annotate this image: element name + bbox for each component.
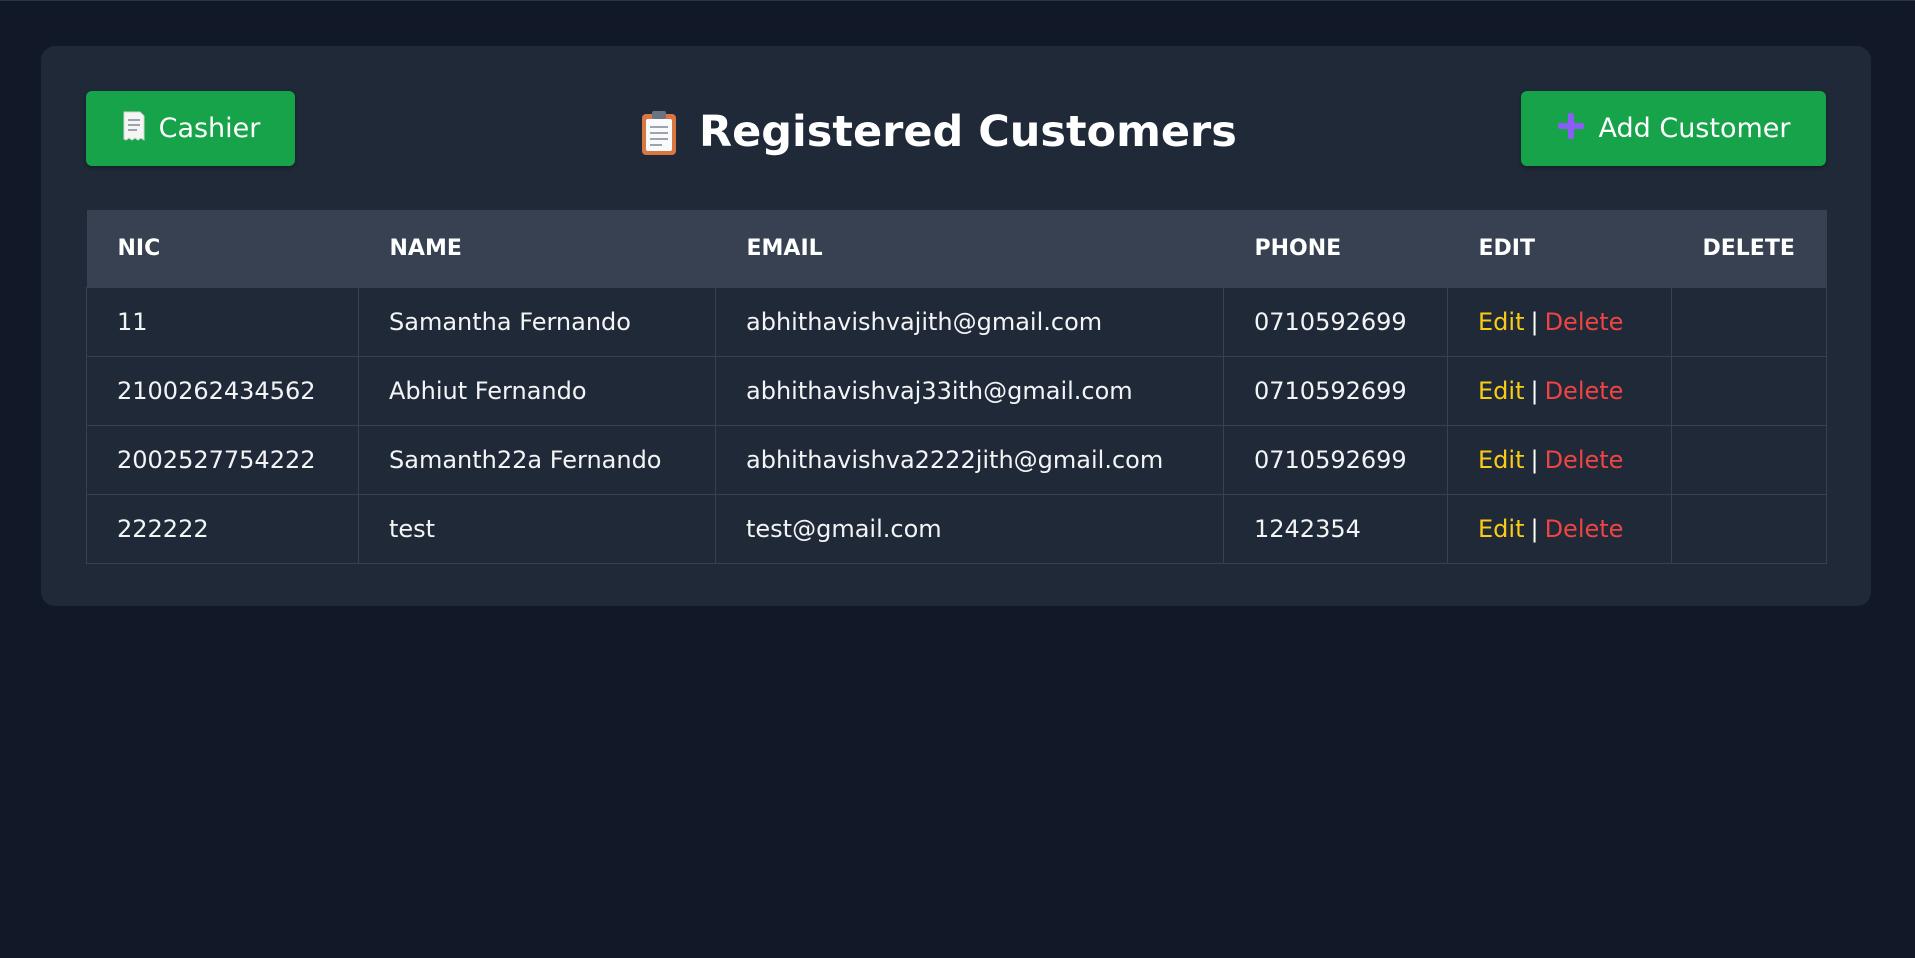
- cell-nic: 2100262434562: [86, 355, 359, 426]
- cell-name: Samanth22a Fernando: [358, 424, 716, 495]
- delete-link[interactable]: Delete: [1545, 308, 1624, 336]
- column-header-nic: NIC: [86, 210, 359, 287]
- cell-nic: 11: [86, 286, 359, 357]
- column-header-edit: EDIT: [1447, 210, 1672, 287]
- cell-phone: 0710592699: [1223, 424, 1448, 495]
- add-customer-button[interactable]: Add Customer: [1521, 91, 1826, 166]
- cashier-button[interactable]: Cashier: [86, 91, 295, 166]
- edit-link[interactable]: Edit: [1478, 308, 1524, 336]
- cell-actions: Edit | Delete: [1447, 424, 1672, 495]
- delete-link[interactable]: Delete: [1545, 446, 1624, 474]
- table-row: 2100262434562 Abhiut Fernando abhithavis…: [86, 355, 1827, 426]
- edit-link[interactable]: Edit: [1478, 377, 1524, 405]
- plus-icon: [1556, 111, 1586, 146]
- table-row: 2002527754222 Samanth22a Fernando abhith…: [86, 424, 1827, 495]
- cell-name: Abhiut Fernando: [358, 355, 716, 426]
- cell-email: abhithavishvajith@gmail.com: [715, 286, 1224, 357]
- cell-delete: [1671, 286, 1827, 357]
- page-title-text: Registered Customers: [699, 107, 1237, 157]
- cell-email: test@gmail.com: [715, 493, 1224, 564]
- delete-link[interactable]: Delete: [1545, 515, 1624, 543]
- delete-link[interactable]: Delete: [1545, 377, 1624, 405]
- cashier-button-label: Cashier: [158, 113, 261, 144]
- action-separator: |: [1530, 376, 1539, 405]
- cell-phone: 1242354: [1223, 493, 1448, 564]
- action-separator: |: [1530, 514, 1539, 543]
- table-row: 222222 test test@gmail.com 1242354 Edit |…: [86, 493, 1827, 564]
- edit-link[interactable]: Edit: [1478, 515, 1524, 543]
- column-header-phone: PHONE: [1223, 210, 1448, 287]
- cell-delete: [1671, 493, 1827, 564]
- cell-nic: 2002527754222: [86, 424, 359, 495]
- cell-actions: Edit | Delete: [1447, 286, 1672, 357]
- column-header-delete: DELETE: [1671, 210, 1827, 287]
- top-border: [0, 0, 1915, 1]
- cell-actions: Edit | Delete: [1447, 355, 1672, 426]
- cell-delete: [1671, 424, 1827, 495]
- cell-phone: 0710592699: [1223, 355, 1448, 426]
- cell-email: abhithavishvaj33ith@gmail.com: [715, 355, 1224, 426]
- cell-name: test: [358, 493, 716, 564]
- cell-name: Samantha Fernando: [358, 286, 716, 357]
- action-separator: |: [1530, 445, 1539, 474]
- add-customer-button-label: Add Customer: [1598, 113, 1791, 144]
- cell-nic: 222222: [86, 493, 359, 564]
- customers-table: NIC NAME EMAIL PHONE EDIT DELETE 11 Sama…: [86, 210, 1827, 564]
- receipt-icon: [121, 111, 147, 146]
- column-header-name: NAME: [358, 210, 716, 287]
- table-header-row: NIC NAME EMAIL PHONE EDIT DELETE: [86, 210, 1827, 287]
- page-title: Registered Customers: [641, 106, 1237, 158]
- cell-email: abhithavishva2222jith@gmail.com: [715, 424, 1224, 495]
- clipboard-icon: [641, 110, 677, 155]
- action-separator: |: [1530, 307, 1539, 336]
- edit-link[interactable]: Edit: [1478, 446, 1524, 474]
- column-header-email: EMAIL: [715, 210, 1224, 287]
- cell-delete: [1671, 355, 1827, 426]
- table-row: 11 Samantha Fernando abhithavishvajith@g…: [86, 286, 1827, 357]
- cell-phone: 0710592699: [1223, 286, 1448, 357]
- cell-actions: Edit | Delete: [1447, 493, 1672, 564]
- customers-card: Cashier Registered Customers Add Custome…: [41, 46, 1871, 606]
